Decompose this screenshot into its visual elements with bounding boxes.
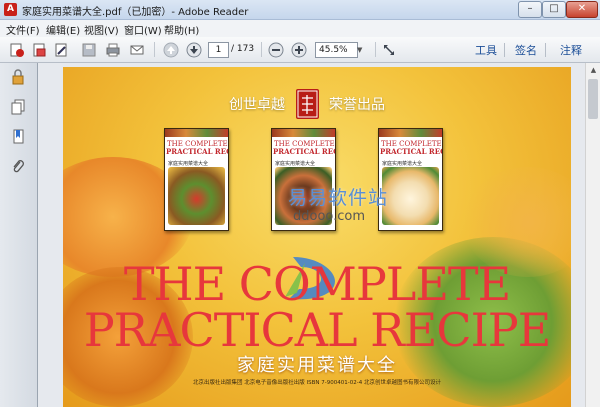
- maximize-button[interactable]: □: [542, 1, 566, 18]
- page-total: / 173: [231, 44, 255, 54]
- minimize-button[interactable]: –: [518, 1, 542, 18]
- book-strip: [165, 129, 228, 137]
- menu-view[interactable]: 视图(V): [84, 22, 119, 37]
- toolbar-separator: [545, 43, 546, 57]
- cover-chinese-title: 家庭实用菜谱大全: [237, 355, 397, 376]
- book-title-line2: PRACTICAL RECIPE: [273, 147, 335, 156]
- publisher-left: 创世卓越: [229, 97, 285, 113]
- book-thumbnail: THE COMPLETE PRACTICAL RECIPE 家庭实用菜谱大全: [378, 128, 443, 231]
- zoom-out-icon[interactable]: [267, 41, 285, 58]
- menu-bar: 文件(F) 编辑(E) 视图(V) 窗口(W) 帮助(H): [0, 20, 600, 37]
- publisher-right: 荣誉出品: [329, 97, 385, 113]
- cover-footer: 北京出版社出版集团 北京电子音像出版社出版 ISBN 7-900401-02-4…: [193, 380, 441, 386]
- lock-icon[interactable]: [10, 69, 26, 85]
- book-strip: [272, 129, 335, 137]
- menu-help[interactable]: 帮助(H): [164, 22, 199, 37]
- scrollbar-thumb[interactable]: [588, 79, 598, 119]
- open-icon[interactable]: [30, 41, 48, 58]
- watermark-text: 易易软件站: [288, 187, 389, 209]
- book-subtitle: 家庭实用菜谱大全: [168, 161, 209, 167]
- book-thumbnail: THE COMPLETE PRACTICAL RECIPE 家庭实用菜谱大全: [164, 128, 229, 231]
- tab-sign[interactable]: 签名: [515, 42, 537, 58]
- book-subtitle: 家庭实用菜谱大全: [382, 161, 423, 167]
- zoom-in-icon[interactable]: [290, 41, 308, 58]
- zoom-input[interactable]: 45.5%: [315, 42, 358, 58]
- prev-page-icon[interactable]: [162, 41, 180, 58]
- title-bar: A 家庭实用菜谱大全.pdf（已加密）- Adobe Reader – □ ✕: [0, 0, 600, 20]
- edit-icon[interactable]: [52, 41, 70, 58]
- toolbar-separator: [504, 43, 505, 57]
- toolbar: 1 / 173 45.5% ▼ 工具 签名 注释: [0, 37, 600, 63]
- fit-page-icon[interactable]: [380, 41, 398, 58]
- vertical-scrollbar[interactable]: ▲: [585, 63, 600, 407]
- tab-comment[interactable]: 注释: [560, 42, 582, 58]
- book-title-line2: PRACTICAL RECIPE: [166, 147, 228, 156]
- toolbar-separator: [261, 42, 262, 57]
- book-strip: [379, 129, 442, 137]
- toolbar-separator: [154, 42, 155, 57]
- menu-edit[interactable]: 编辑(E): [46, 22, 80, 37]
- page-number-input[interactable]: 1: [208, 42, 229, 58]
- pages-icon[interactable]: [10, 99, 26, 115]
- print-icon[interactable]: [104, 41, 122, 58]
- menu-file[interactable]: 文件(F): [6, 22, 40, 37]
- book-food-image: [168, 167, 225, 225]
- pdf-page: 创世卓越 荣誉出品 THE COMPLETE PRACTICAL RECIPE …: [63, 67, 571, 407]
- watermark-url: ddooo.com: [293, 209, 366, 224]
- toolbar-separator: [375, 42, 376, 57]
- tab-tools[interactable]: 工具: [475, 42, 497, 58]
- adobe-reader-icon: A: [4, 3, 17, 16]
- publisher-seal: [296, 89, 319, 119]
- book-title-line2: PRACTICAL RECIPE: [380, 147, 442, 156]
- email-icon[interactable]: [128, 41, 146, 58]
- menu-window[interactable]: 窗口(W): [124, 22, 162, 37]
- scroll-up-icon[interactable]: ▲: [586, 63, 600, 77]
- close-button[interactable]: ✕: [566, 1, 598, 18]
- chevron-down-icon[interactable]: ▼: [357, 42, 369, 58]
- cover-title-line2: PRACTICAL RECIPE: [83, 303, 552, 357]
- navigation-sidebar: [0, 63, 38, 407]
- save-icon[interactable]: [80, 41, 98, 58]
- next-page-icon[interactable]: [185, 41, 203, 58]
- attachment-icon[interactable]: [10, 159, 26, 175]
- publisher-row: 创世卓越 荣誉出品: [63, 89, 571, 119]
- book-food-image: [382, 167, 439, 225]
- bookmark-icon[interactable]: [10, 129, 26, 145]
- create-pdf-icon[interactable]: [8, 41, 26, 58]
- book-subtitle: 家庭实用菜谱大全: [275, 161, 316, 167]
- window-title: 家庭实用菜谱大全.pdf（已加密）- Adobe Reader: [22, 7, 249, 18]
